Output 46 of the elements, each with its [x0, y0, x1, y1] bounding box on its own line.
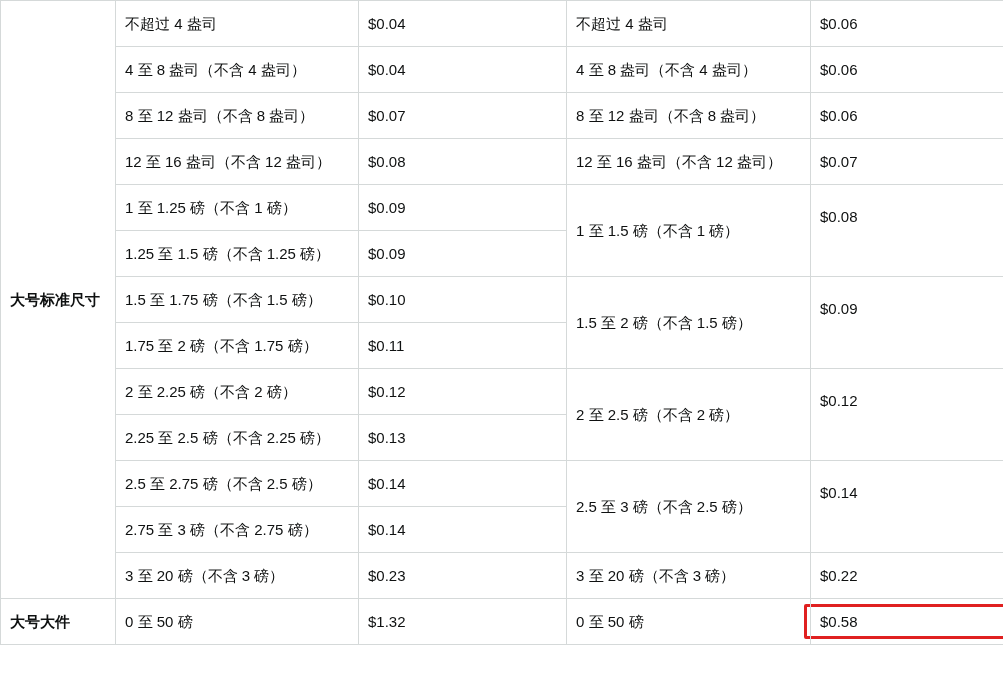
table-cell: 不超过 4 盎司: [115, 0, 359, 47]
table-cell: $1.32: [358, 598, 567, 645]
table-cell: 1.75 至 2 磅（不含 1.75 磅）: [115, 322, 359, 369]
price-text: $0.06: [820, 60, 859, 80]
table-cell: 3 至 20 磅（不含 3 磅）: [566, 552, 811, 599]
table-cell: $0.23: [358, 552, 567, 599]
table-cell: 12 至 16 盎司（不含 12 盎司）: [115, 138, 359, 185]
table-cell: 12 至 16 盎司（不含 12 盎司）: [566, 138, 811, 185]
price-text: $0.14: [820, 483, 859, 503]
table-cell: 2 至 2.5 磅（不含 2 磅）: [566, 368, 811, 461]
table-cell: 1 至 1.25 磅（不含 1 磅）: [115, 184, 359, 231]
table-cell: $0.07: [358, 92, 567, 139]
category-cell: 大号标准尺寸: [0, 0, 116, 599]
table-cell: 2.5 至 3 磅（不含 2.5 磅）: [566, 460, 811, 553]
table-cell: 1.5 至 2 磅（不含 1.5 磅）: [566, 276, 811, 369]
price-text: $0.06: [820, 106, 859, 126]
price-text: $0.08: [820, 207, 859, 227]
table-cell: 不超过 4 盎司: [566, 0, 811, 47]
table-cell: 0 至 50 磅: [566, 598, 811, 645]
price-text: $0.06: [820, 14, 859, 34]
price-text: $0.09: [820, 299, 859, 319]
table-cell: 1.5 至 1.75 磅（不含 1.5 磅）: [115, 276, 359, 323]
table-cell: $0.09: [358, 184, 567, 231]
table-cell: 8 至 12 盎司（不含 8 盎司）: [566, 92, 811, 139]
table-cell: 3 至 20 磅（不含 3 磅）: [115, 552, 359, 599]
table-cell: 2.5 至 2.75 磅（不含 2.5 磅）: [115, 460, 359, 507]
table-cell: $0.12: [358, 368, 567, 415]
highlighted-price: $0.58: [804, 604, 1003, 639]
table-cell: $0.10: [358, 276, 567, 323]
price-text: $0.07: [820, 152, 859, 172]
table-cell: $0.08: [358, 138, 567, 185]
table-cell: 0 至 50 磅: [115, 598, 359, 645]
table-cell: 8 至 12 盎司（不含 8 盎司）: [115, 92, 359, 139]
category-cell: 大号大件: [0, 598, 116, 645]
table-cell: 2.25 至 2.5 磅（不含 2.25 磅）: [115, 414, 359, 461]
table-cell: 2 至 2.25 磅（不含 2 磅）: [115, 368, 359, 415]
table-cell: $0.04: [358, 0, 567, 47]
table-cell: 2.75 至 3 磅（不含 2.75 磅）: [115, 506, 359, 553]
price-text: $0.22: [820, 566, 859, 586]
table-cell: 4 至 8 盎司（不含 4 盎司）: [115, 46, 359, 93]
table-cell: 1 至 1.5 磅（不含 1 磅）: [566, 184, 811, 277]
table-cell: 4 至 8 盎司（不含 4 盎司）: [566, 46, 811, 93]
table-cell: $0.04: [358, 46, 567, 93]
table-cell: $0.14: [358, 460, 567, 507]
price-text: $0.12: [820, 391, 859, 411]
table-cell: 1.25 至 1.5 磅（不含 1.25 磅）: [115, 230, 359, 277]
